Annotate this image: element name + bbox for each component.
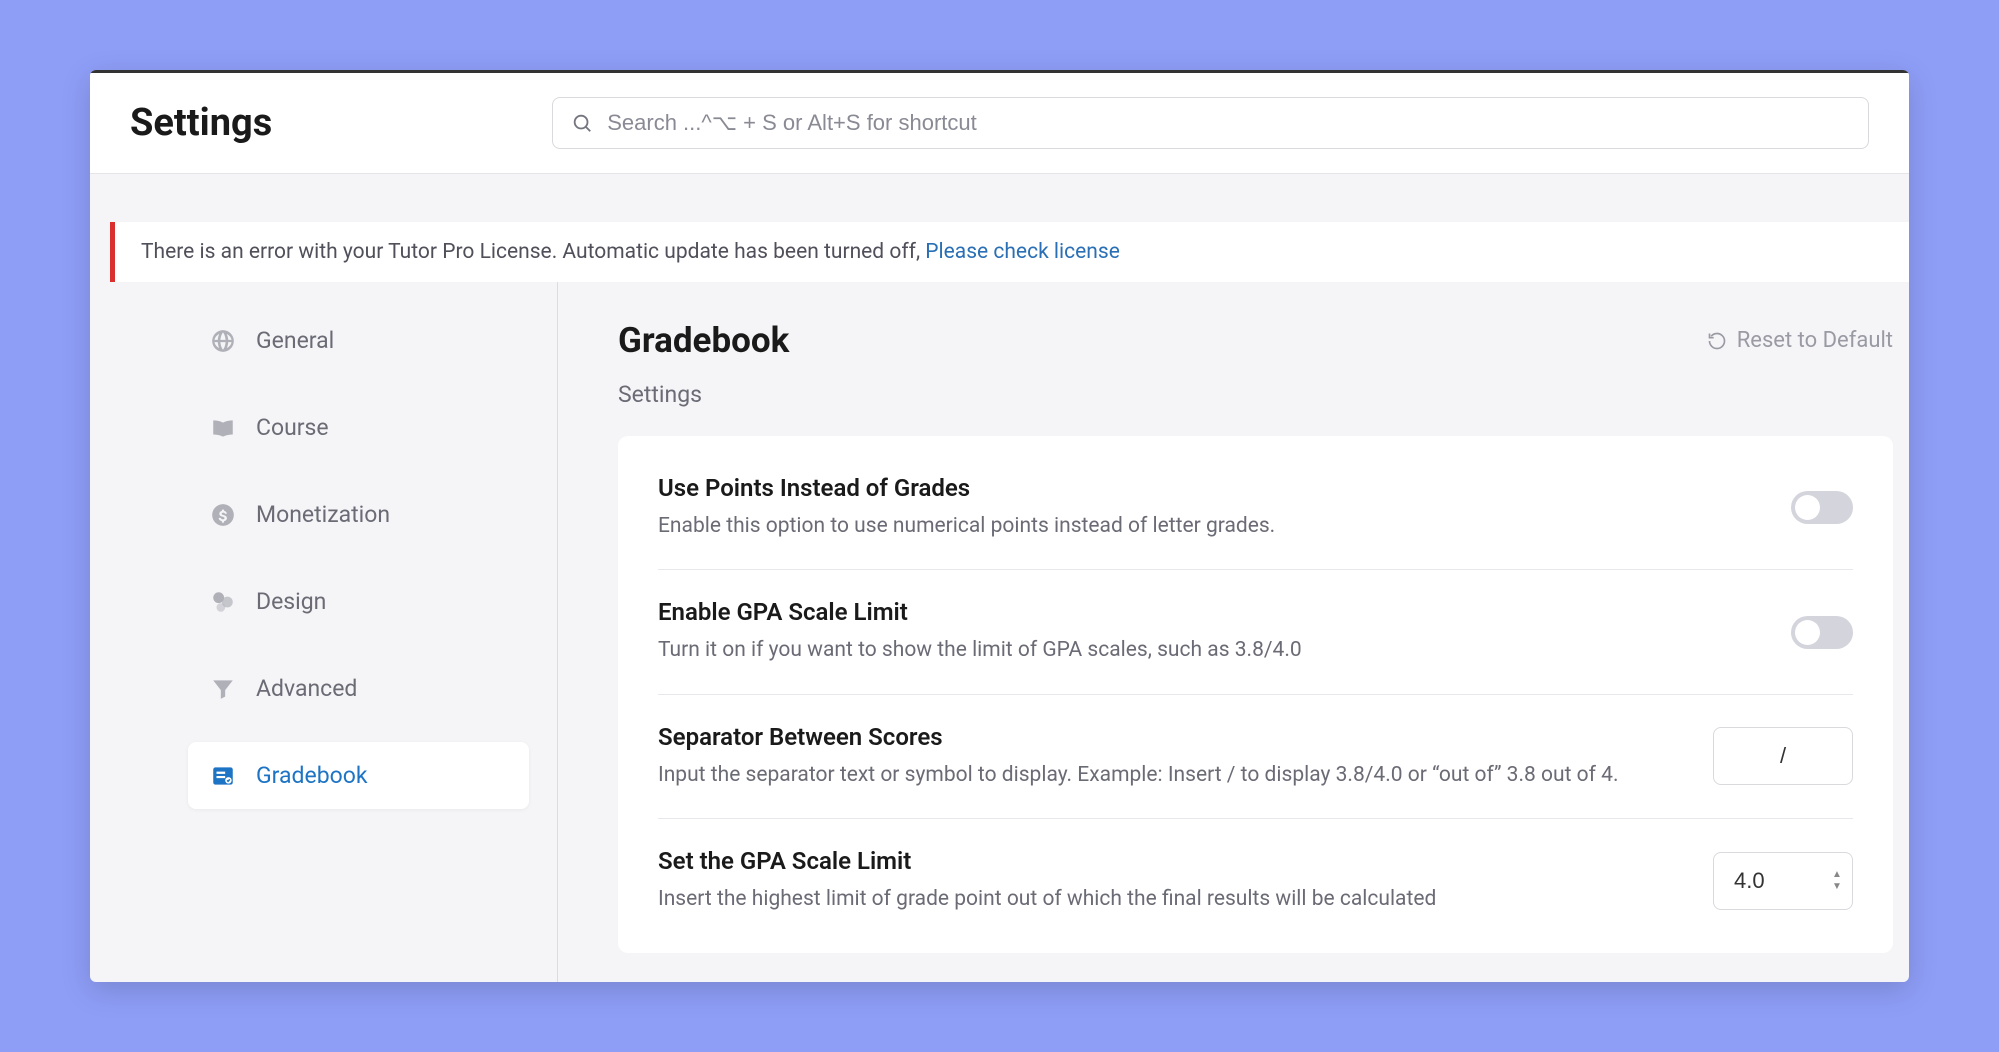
number-stepper[interactable]: ▲ ▼ (1829, 870, 1845, 892)
row-gpa-scale-limit: Set the GPA Scale Limit Insert the highe… (658, 819, 1853, 942)
row-title: Enable GPA Scale Limit (658, 598, 1761, 626)
row-enable-gpa-limit: Enable GPA Scale Limit Turn it on if you… (658, 570, 1853, 694)
sidebar-item-label: Gradebook (256, 762, 368, 789)
separator-input[interactable] (1713, 727, 1853, 785)
sidebar: General Course Monetization Design Advan… (90, 282, 558, 982)
check-license-link[interactable]: Please check license (925, 240, 1120, 264)
stepper-up-icon[interactable]: ▲ (1829, 870, 1845, 880)
sidebar-item-general[interactable]: General (188, 307, 529, 374)
search-input[interactable] (607, 110, 1850, 136)
header: Settings (90, 73, 1909, 174)
row-separator: Separator Between Scores Input the separ… (658, 695, 1853, 819)
row-desc: Input the separator text or symbol to di… (658, 761, 1683, 790)
reset-to-default-button[interactable]: Reset to Default (1707, 328, 1893, 353)
sidebar-item-label: Advanced (256, 675, 357, 702)
alert-text: There is an error with your Tutor Pro Li… (141, 240, 925, 264)
row-title: Use Points Instead of Grades (658, 474, 1761, 502)
main-header: Gradebook Reset to Default (618, 320, 1893, 361)
sidebar-item-course[interactable]: Course (188, 394, 529, 461)
funnel-icon (210, 676, 236, 702)
row-text: Enable GPA Scale Limit Turn it on if you… (658, 598, 1791, 665)
stepper-down-icon[interactable]: ▼ (1829, 882, 1845, 892)
body: General Course Monetization Design Advan… (90, 282, 1909, 982)
row-text: Separator Between Scores Input the separ… (658, 723, 1713, 790)
section-subtitle: Settings (618, 381, 1893, 408)
settings-panel: Use Points Instead of Grades Enable this… (618, 436, 1893, 953)
sidebar-item-label: Monetization (256, 501, 390, 528)
row-text: Use Points Instead of Grades Enable this… (658, 474, 1791, 541)
search-field[interactable] (552, 97, 1869, 149)
sidebar-item-label: Course (256, 414, 329, 441)
design-icon (210, 589, 236, 615)
row-desc: Insert the highest limit of grade point … (658, 885, 1683, 914)
globe-icon (210, 328, 236, 354)
gpa-limit-field: ▲ ▼ (1713, 852, 1853, 910)
sidebar-item-advanced[interactable]: Advanced (188, 655, 529, 722)
row-use-points: Use Points Instead of Grades Enable this… (658, 446, 1853, 570)
page-title: Settings (130, 101, 272, 145)
row-title: Set the GPA Scale Limit (658, 847, 1683, 875)
row-desc: Enable this option to use numerical poin… (658, 512, 1761, 541)
license-alert: There is an error with your Tutor Pro Li… (110, 222, 1909, 282)
refresh-icon (1707, 331, 1727, 351)
sidebar-item-label: General (256, 327, 334, 354)
row-desc: Turn it on if you want to show the limit… (658, 636, 1761, 665)
enable-gpa-limit-toggle[interactable] (1791, 616, 1853, 649)
sidebar-item-design[interactable]: Design (188, 568, 529, 635)
book-icon (210, 415, 236, 441)
settings-window: Settings There is an error with your Tut… (90, 70, 1909, 982)
row-title: Separator Between Scores (658, 723, 1683, 751)
sidebar-item-gradebook[interactable]: Gradebook (188, 742, 529, 809)
search-icon (571, 112, 593, 134)
dollar-icon (210, 502, 236, 528)
gradebook-icon (210, 763, 236, 789)
section-title: Gradebook (618, 320, 789, 361)
sidebar-item-monetization[interactable]: Monetization (188, 481, 529, 548)
sidebar-item-label: Design (256, 588, 326, 615)
reset-label: Reset to Default (1737, 328, 1893, 353)
row-text: Set the GPA Scale Limit Insert the highe… (658, 847, 1713, 914)
main: Gradebook Reset to Default Settings Use … (558, 282, 1909, 982)
use-points-toggle[interactable] (1791, 491, 1853, 524)
